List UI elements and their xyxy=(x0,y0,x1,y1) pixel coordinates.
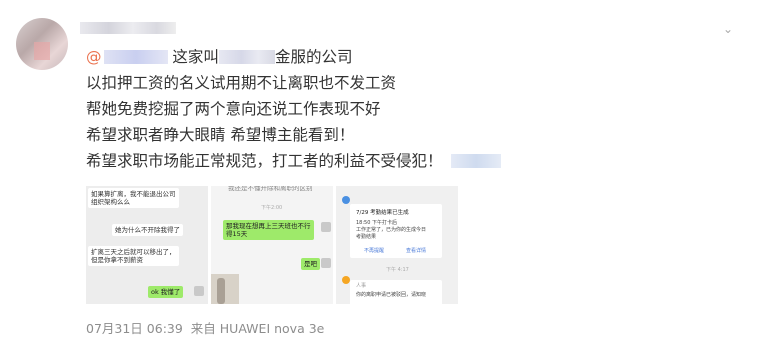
post-line-3: 帮她免费挖掘了两个意向还说工作表现不好 xyxy=(86,100,381,118)
chat-bubble: 扩离三天之后就可以移出了， 但是你拿不到薪资 xyxy=(88,246,179,266)
chat-bubble: 那我现在想再上三天班也不行 得15天 xyxy=(223,220,314,240)
chat-timestamp: 下午2:00 xyxy=(261,205,283,211)
chat-bubble: 是吧 xyxy=(301,258,320,270)
chat-timestamp: 下午 4:17 xyxy=(386,267,409,273)
image-thumbnail-1[interactable]: 如果算扩离，我不能退出公司 组织架构么么 她为什么不开除我得了 扩离三天之后就可以… xyxy=(86,186,208,304)
hr-icon xyxy=(342,276,350,284)
post-line-1: @ 这家叫 金服的公司 xyxy=(86,44,501,70)
username-blurred[interactable] xyxy=(80,22,176,34)
attendance-card: 7/29 考勤结果已生成 18:50 下午打卡后 工作正常了，已为你的生成今日 … xyxy=(350,204,442,258)
redaction-blur xyxy=(218,50,275,64)
post-line-1-text-2: 金服的公司 xyxy=(274,48,353,66)
post-line-2: 以扣押工资的名义试用期不让离职也不发工资 xyxy=(86,74,397,92)
no-remind-link[interactable]: 不再提醒 xyxy=(364,248,384,254)
post-footer: 07月31日 06:39 来自 HUAWEI nova 3e xyxy=(86,318,324,337)
chevron-down-icon[interactable]: ⌄ xyxy=(721,22,735,36)
post-source: 来自 HUAWEI nova 3e xyxy=(190,321,325,336)
chat-avatar xyxy=(194,286,204,296)
post-line-4: 希望求职者睁大眼睛 希望博主能看到！ xyxy=(86,126,355,144)
chat-avatar xyxy=(321,222,331,232)
chat-bubble: 如果算扩离，我不能退出公司 组织架构么么 xyxy=(88,188,179,208)
chat-bubble: ok 我懂了 xyxy=(148,286,184,298)
mention-link[interactable]: @ xyxy=(86,48,168,66)
post-line-1-text: 这家叫 xyxy=(167,48,219,66)
chat-bubble: 我还是不懂开除和离职的区别 xyxy=(225,186,316,194)
redaction-blur xyxy=(450,154,501,168)
attendance-icon xyxy=(342,196,350,204)
avatar[interactable] xyxy=(16,18,68,70)
chat-avatar xyxy=(321,258,331,268)
view-details-link[interactable]: 查看详情 xyxy=(406,248,426,254)
chat-image xyxy=(211,274,239,304)
post-text: @ 这家叫 金服的公司 以扣押工资的名义试用期不让离职也不发工资 帮她免费挖掘了两… xyxy=(86,44,501,174)
post-line-5-text: 希望求职市场能正常规范，打工者的利益不受侵犯！ xyxy=(86,152,443,170)
image-thumbnail-2[interactable]: 我还是不懂开除和离职的区别 下午2:00 那我现在想再上三天班也不行 得15天 是… xyxy=(211,186,333,304)
post-timestamp[interactable]: 07月31日 06:39 xyxy=(86,321,183,336)
post-line-5: 希望求职市场能正常规范，打工者的利益不受侵犯！ xyxy=(86,148,501,174)
chat-bubble: 她为什么不开除我得了 xyxy=(112,224,183,236)
image-thumbnails: 如果算扩离，我不能退出公司 组织架构么么 她为什么不开除我得了 扩离三天之后就可以… xyxy=(86,186,458,304)
image-thumbnail-3[interactable]: 7/29 考勤结果已生成 18:50 下午打卡后 工作正常了，已为你的生成今日 … xyxy=(336,186,458,304)
hr-card: 人事 你的离职申请已被驳回，请知晓 xyxy=(350,280,442,304)
